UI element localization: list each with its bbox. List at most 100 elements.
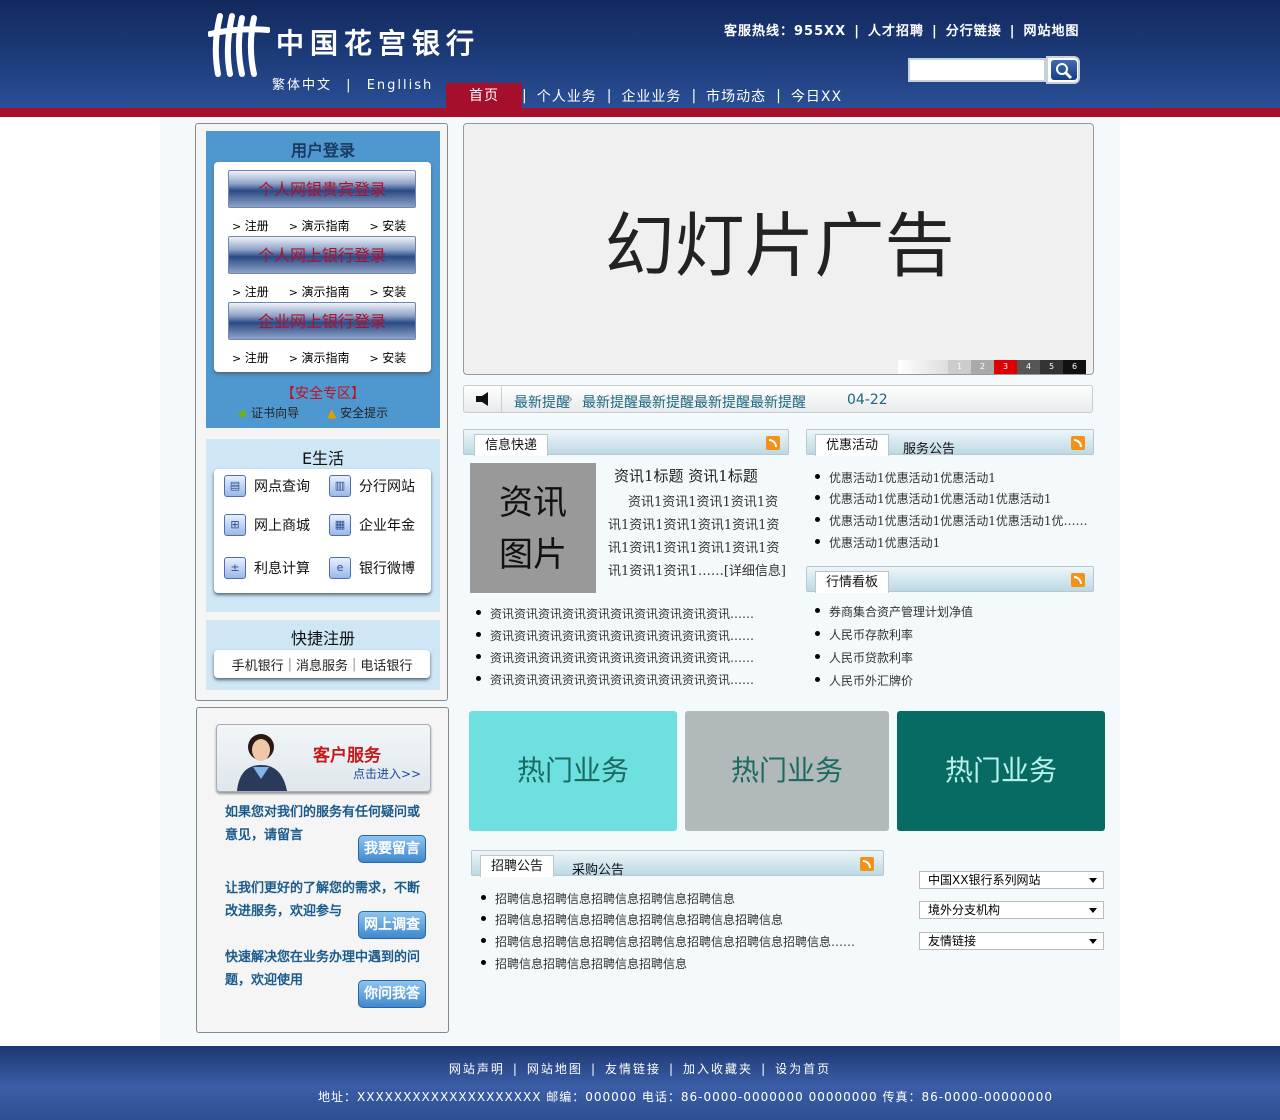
tab-promo[interactable]: 优惠活动 [815, 434, 890, 456]
list-item[interactable]: 资讯资讯资讯资讯资讯资讯资讯资讯资讯资讯…… [475, 671, 754, 688]
register-link[interactable]: 注册 [232, 283, 269, 300]
tab-market[interactable]: 行情看板 [815, 571, 890, 593]
safety-zone-title[interactable]: 【安全专区】 [206, 383, 440, 403]
statement-link[interactable]: 网站声明 [449, 1062, 505, 1076]
sitemap-link[interactable]: 网站地图 [527, 1062, 583, 1076]
slide-page-3[interactable]: 3 [994, 360, 1017, 374]
friend-links-select[interactable]: 友情链接 [919, 932, 1104, 950]
info-picture[interactable]: 资讯 图片 [470, 463, 596, 593]
demo-link[interactable]: 演示指南 [289, 283, 349, 300]
list-item[interactable]: 券商集合资产管理计划净值 [814, 603, 973, 620]
slideshow[interactable]: 幻灯片广告 1 2 3 4 5 6 [463, 123, 1094, 375]
list-item[interactable]: 优惠活动1优惠活动1优惠活动1 [815, 469, 996, 486]
list-item[interactable]: 优惠活动1优惠活动1优惠活动1优惠活动1 [815, 490, 1052, 507]
branch-link[interactable]: 分行链接 [946, 24, 1002, 39]
online-survey-button[interactable]: 网上调查 [358, 911, 426, 939]
customer-service-banner[interactable]: 客户服务 点击进入>> [216, 724, 431, 792]
list-item[interactable]: 资讯资讯资讯资讯资讯资讯资讯资讯资讯资讯…… [475, 605, 754, 622]
register-link[interactable]: 注册 [232, 349, 269, 366]
ticker-label[interactable]: 最新提醒 [514, 392, 570, 412]
hot-service-tile-1[interactable]: 热门业务 [469, 711, 677, 831]
tab-info[interactable]: 信息快递 [474, 434, 549, 456]
rss-icon[interactable] [860, 857, 874, 871]
message-service-link[interactable]: 消息服务 [296, 655, 348, 674]
rss-icon[interactable] [1071, 436, 1085, 450]
nav-corporate[interactable]: 企业业务 [611, 86, 691, 106]
hot-service-tile-3[interactable]: 热门业务 [897, 711, 1105, 831]
label: 利息计算 [254, 561, 310, 577]
tab-notice[interactable]: 服务公告 [903, 438, 955, 457]
install-link[interactable]: 安装 [369, 217, 406, 234]
annuity-link[interactable]: ▦ 企业年金 [329, 514, 415, 536]
ticker-text[interactable]: 最新提醒最新提醒最新提醒最新提醒 [582, 392, 806, 412]
tab-procurement[interactable]: 采购公告 [572, 859, 624, 878]
friend-link[interactable]: 友情链接 [605, 1062, 661, 1076]
slide-page-2[interactable]: 2 [971, 360, 994, 374]
cert-guide-link[interactable]: ◆ 证书向导 [238, 404, 299, 421]
tab-recruit[interactable]: 招聘公告 [480, 855, 555, 877]
overseas-branches-select[interactable]: 境外分支机构 [919, 901, 1104, 919]
sitemap-link[interactable]: 网站地图 [1023, 24, 1079, 39]
series-sites-select[interactable]: 中国XX银行系列网站 [919, 871, 1104, 889]
slide-page-6[interactable]: 6 [1063, 360, 1086, 374]
bank-name[interactable]: 中国花宫银行 [276, 22, 480, 62]
lang-english-link[interactable]: Engllish [367, 78, 434, 93]
search-button[interactable] [1046, 56, 1080, 84]
online-mall-link[interactable]: ⊞ 网上商城 [224, 514, 310, 536]
search-input[interactable] [908, 58, 1046, 82]
list-item[interactable]: 人民币贷款利率 [814, 649, 913, 666]
nav-today[interactable]: 今日XX [781, 86, 852, 106]
list-item[interactable]: 招聘信息招聘信息招聘信息招聘信息 [480, 955, 687, 972]
list-item[interactable]: 资讯资讯资讯资讯资讯资讯资讯资讯资讯资讯…… [475, 627, 754, 644]
nav-market[interactable]: 市场动态 [696, 86, 776, 106]
list-item[interactable]: 招聘信息招聘信息招聘信息招聘信息招聘信息 [480, 890, 735, 907]
list-item[interactable]: 资讯资讯资讯资讯资讯资讯资讯资讯资讯资讯…… [475, 649, 754, 666]
install-link[interactable]: 安装 [369, 283, 406, 300]
list-item[interactable]: 优惠活动1优惠活动1优惠活动1优惠活动1优…… [815, 512, 1088, 529]
careers-link[interactable]: 人才招聘 [868, 24, 924, 39]
branch-site-link[interactable]: ▥ 分行网站 [329, 475, 415, 497]
demo-link[interactable]: 演示指南 [289, 349, 349, 366]
login-title: 用户登录 [290, 141, 355, 160]
slide-page-1[interactable]: 1 [948, 360, 971, 374]
branch-query-link[interactable]: ▤ 网点查询 [224, 475, 310, 497]
corporate-login-button[interactable]: 企业网上银行登录 [228, 302, 416, 340]
info-headline[interactable]: 资讯1标题 资讯1标题 [614, 465, 758, 486]
mobile-banking-link[interactable]: 手机银行 [232, 655, 284, 674]
bank-logo-icon[interactable] [208, 12, 270, 78]
list-item[interactable]: 招聘信息招聘信息招聘信息招聘信息招聘信息招聘信息招聘信息…… [480, 933, 855, 950]
list-item[interactable]: 人民币外汇牌价 [814, 672, 913, 689]
list-item[interactable]: 优惠活动1优惠活动1 [814, 534, 940, 551]
vip-login-button[interactable]: 个人网银贵宾登录 [228, 170, 416, 208]
register-link[interactable]: 注册 [232, 217, 269, 234]
nav-personal[interactable]: 个人业务 [527, 86, 607, 106]
safety-tips-link[interactable]: ▲ 安全提示 [327, 404, 388, 421]
personal-login-button[interactable]: 个人网上银行登录 [228, 236, 416, 274]
slide-page-4[interactable]: 4 [1017, 360, 1040, 374]
qa-button[interactable]: 你问我答 [358, 980, 426, 1008]
slide-page-5[interactable]: 5 [1040, 360, 1063, 374]
rss-icon[interactable] [1071, 573, 1085, 587]
lang-traditional-link[interactable]: 繁体中文 [272, 74, 332, 93]
weibo-icon: e [329, 557, 351, 579]
list-item[interactable]: 人民币存款利率 [814, 626, 913, 643]
cert-guide-label: 证书向导 [251, 406, 300, 420]
recruit-tab-header: 招聘公告 采购公告 [471, 850, 884, 878]
leave-message-button[interactable]: 我要留言 [358, 835, 426, 863]
pager-fade [898, 360, 948, 374]
interest-calc-link[interactable]: ± 利息计算 [224, 557, 310, 579]
info-body: 资讯1资讯1资讯1资讯1资讯1资讯1资讯1资讯1资讯1资讯1资讯1资讯1资讯1资… [608, 495, 786, 579]
install-link[interactable]: 安装 [369, 349, 406, 366]
list-item[interactable]: 招聘信息招聘信息招聘信息招聘信息招聘信息招聘信息 [480, 911, 783, 928]
bookmark-link[interactable]: 加入收藏夹 [683, 1062, 753, 1076]
demo-link[interactable]: 演示指南 [289, 217, 349, 234]
search-box [908, 56, 1080, 84]
rss-icon[interactable] [766, 436, 780, 450]
phone-banking-link[interactable]: 电话银行 [360, 655, 412, 674]
enter-link[interactable]: 点击进入>> [353, 765, 421, 782]
nav-home[interactable]: 首页 [446, 83, 522, 109]
homepage-link[interactable]: 设为首页 [775, 1062, 831, 1076]
login-links: 注册 演示指南 安装 [232, 349, 406, 366]
weibo-link[interactable]: e 银行微博 [329, 557, 415, 579]
hot-service-tile-2[interactable]: 热门业务 [685, 711, 889, 831]
